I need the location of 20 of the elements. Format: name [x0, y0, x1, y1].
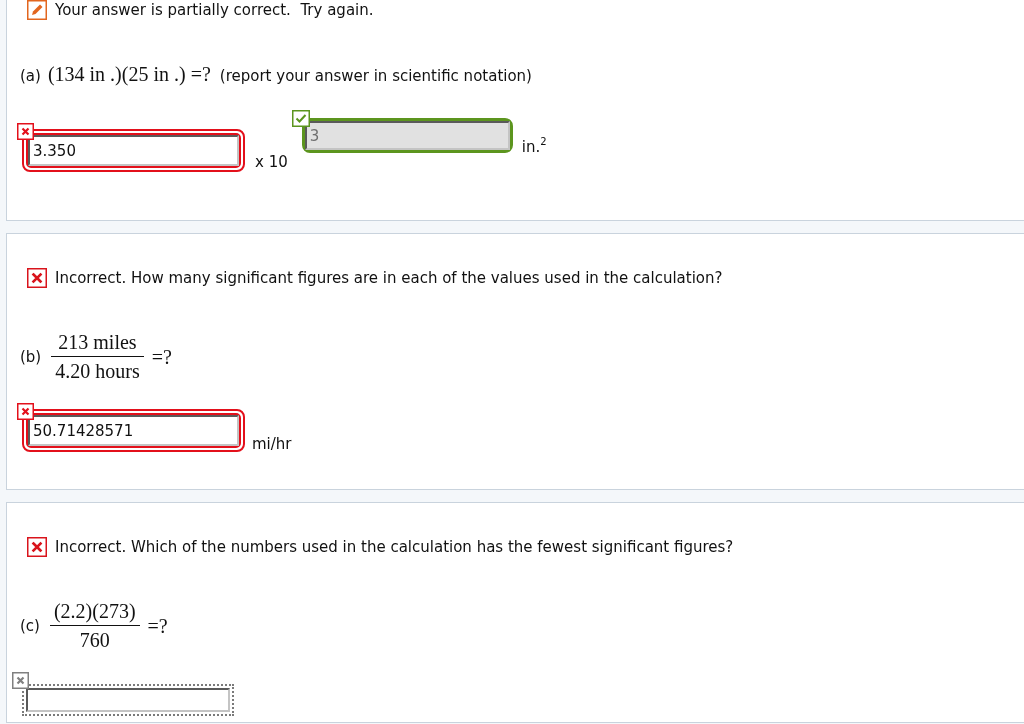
question-note: (report your answer in scientific notation) [219, 66, 532, 86]
math-expression: (134 in .)(25 in .) =? [47, 62, 211, 86]
unit-label: in.$^{2}$ [521, 138, 547, 156]
fraction-numerator: (2.2)(273) [52, 599, 137, 623]
math-expression: =? [151, 344, 172, 369]
part-label: (b) [20, 346, 42, 367]
multiplier-text: x 10 [255, 153, 288, 171]
feedback-text: Incorrect. Which of the numbers used in the calculation has the fewest significant figures? [55, 537, 734, 557]
fraction-numerator: 213 miles [57, 330, 138, 354]
feedback-text: Incorrect. How many significant figures are in each of the values used in the calculation? [55, 268, 723, 288]
feedback-text: Your answer is partially correct. Try again. [55, 0, 374, 20]
answer-field[interactable]: 3.350 [22, 129, 245, 172]
answer-field[interactable] [22, 684, 234, 716]
answer-field[interactable]: 50.71428571 [22, 409, 245, 452]
part-label: (c) [20, 615, 40, 636]
fraction-denominator: 4.20 hours [54, 359, 141, 383]
math-expression: =? [147, 613, 168, 638]
unit-label: mi/hr [252, 435, 292, 453]
fraction-denominator: 760 [78, 628, 111, 652]
part-label: (a) [20, 66, 41, 86]
